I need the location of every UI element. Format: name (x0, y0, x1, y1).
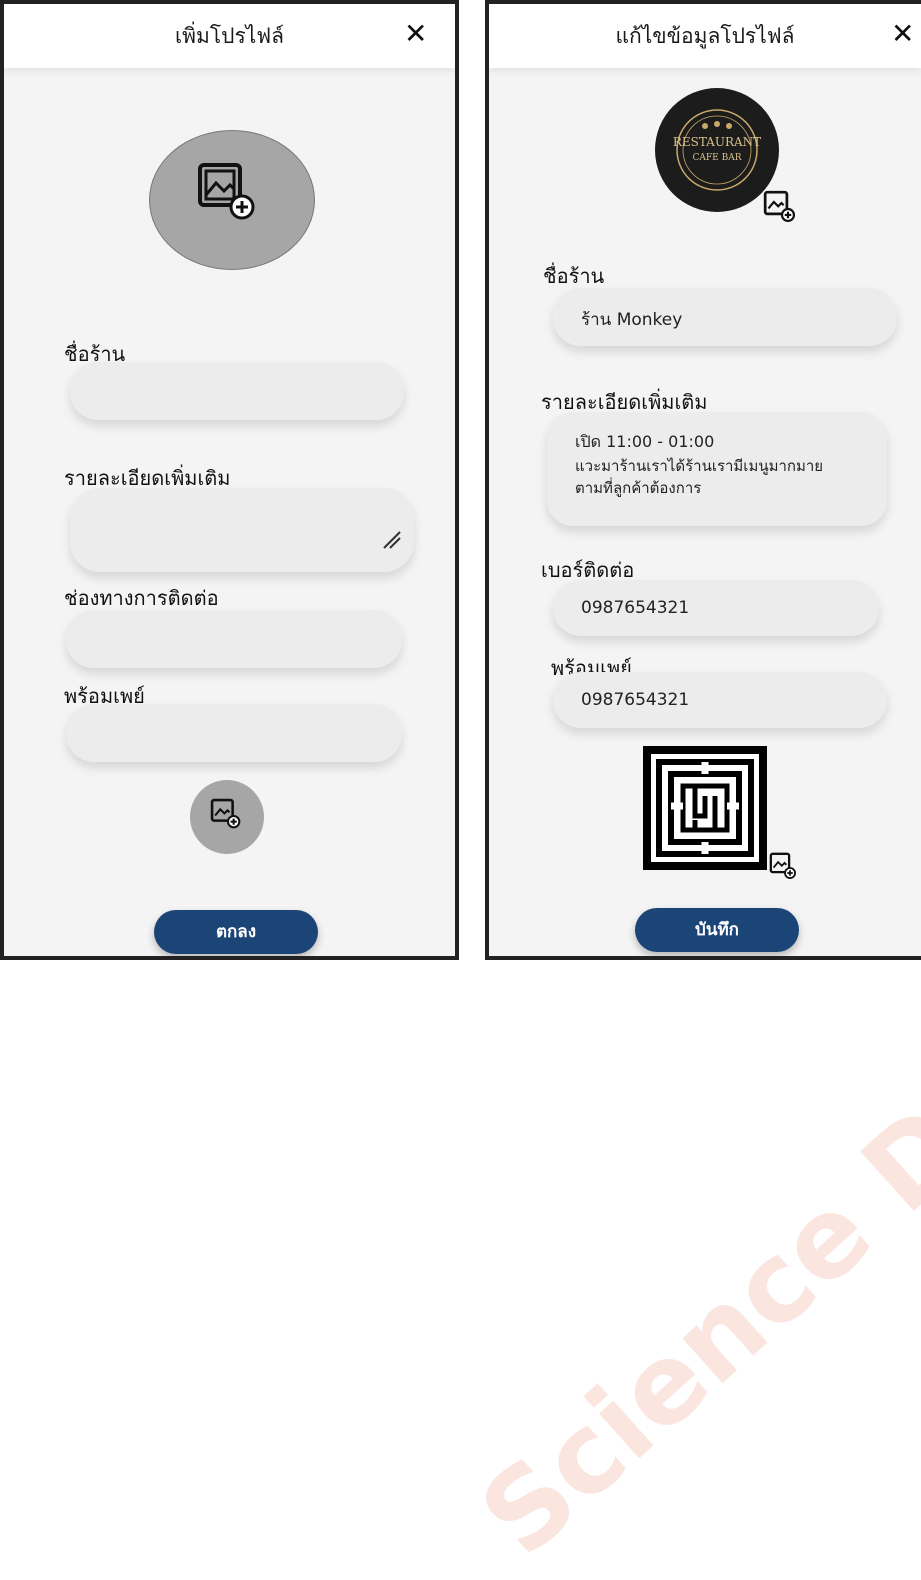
details-line-3: ตามที่ลูกค้าต้องการ (575, 479, 702, 497)
promptpay-input[interactable]: 0987654321 (553, 672, 887, 728)
details-line-2: แวะมาร้านเราได้ร้านเรามีเมนูมากมาย (575, 457, 824, 475)
svg-text:CAFE BAR: CAFE BAR (693, 153, 742, 163)
header-bar: แก้ไขข้อมูลโปรไฟล์ ✕ (489, 4, 921, 68)
restaurant-logo-image: RESTAURANT CAFE BAR (673, 109, 761, 191)
page-title: แก้ไขข้อมูลโปรไฟล์ (615, 24, 795, 48)
shop-name-input[interactable]: ร้าน Monkey (553, 288, 897, 346)
details-textarea[interactable] (70, 488, 414, 572)
svg-text:RESTAURANT: RESTAURANT (673, 135, 761, 149)
close-icon[interactable]: ✕ (404, 20, 427, 48)
details-textarea[interactable]: เปิด 11:00 - 01:00 แวะมาร้านเราได้ร้านเร… (547, 412, 887, 526)
add-image-icon (210, 798, 241, 829)
close-icon[interactable]: ✕ (891, 20, 914, 48)
shop-name-input[interactable] (70, 362, 404, 420)
qr-image-upload[interactable] (190, 780, 264, 854)
details-line-1: เปิด 11:00 - 01:00 (575, 432, 715, 451)
promptpay-input[interactable] (66, 704, 402, 762)
edit-profile-screen: แก้ไขข้อมูลโปรไฟล์ ✕ RESTAURANT CAFE BAR… (485, 0, 921, 960)
page-title: เพิ่มโปรไฟล์ (174, 24, 285, 48)
add-profile-screen: เพิ่มโปรไฟล์ ✕ ชื่อร้าน รายละเอียดเพิ่มเ… (0, 0, 459, 960)
save-button[interactable]: บันทึก (635, 908, 799, 952)
shop-name-value: ร้าน Monkey (581, 310, 683, 330)
promptpay-value: 0987654321 (581, 690, 690, 710)
add-image-icon (198, 163, 255, 220)
qr-code-image[interactable] (643, 746, 767, 870)
shop-logo[interactable]: RESTAURANT CAFE BAR (655, 88, 779, 212)
resize-handle-icon[interactable] (382, 530, 402, 550)
profile-image-upload[interactable] (149, 130, 315, 270)
header-bar: เพิ่มโปรไฟล์ ✕ (4, 4, 455, 68)
phone-input[interactable]: 0987654321 (553, 580, 879, 636)
change-qr-icon[interactable] (769, 852, 801, 884)
contact-input[interactable] (66, 610, 402, 668)
confirm-button[interactable]: ตกลง (154, 910, 318, 954)
change-image-icon[interactable] (763, 190, 801, 228)
phone-value: 0987654321 (581, 598, 690, 618)
